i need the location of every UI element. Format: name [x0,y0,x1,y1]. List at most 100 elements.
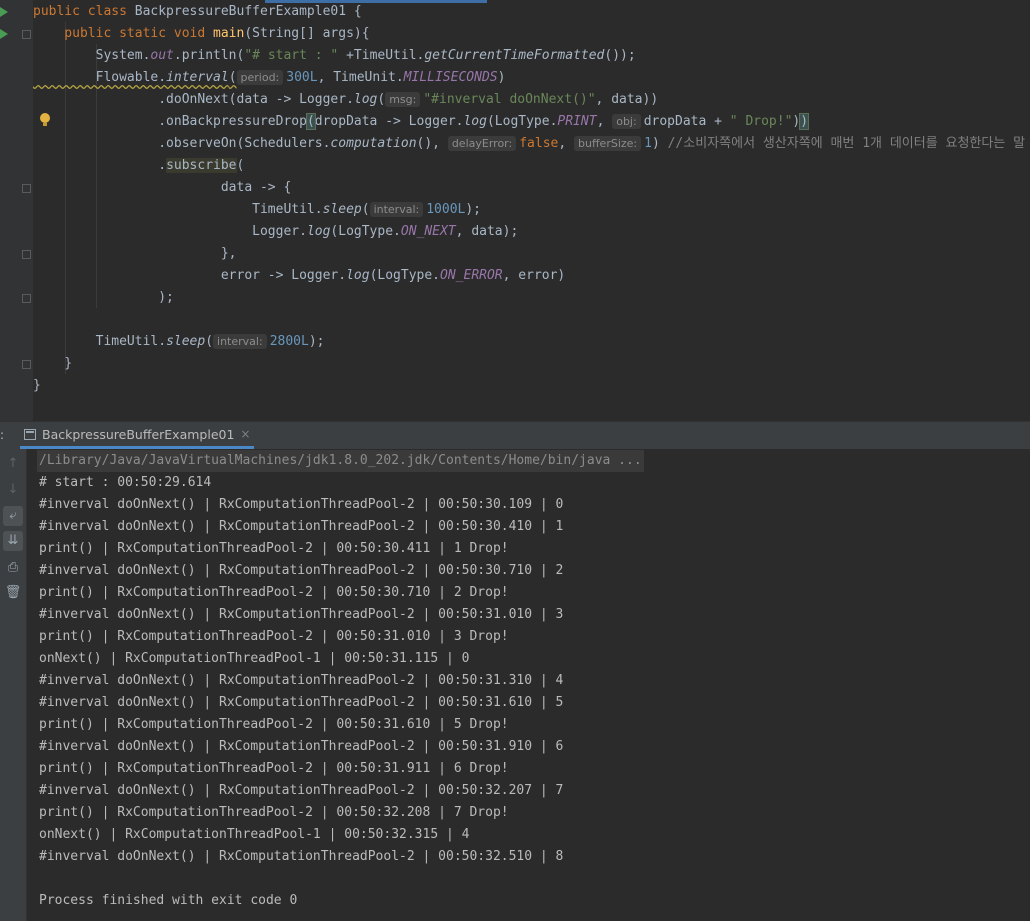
run-panel-options-icon[interactable]: : [0,428,4,442]
code-editor[interactable]: public class BackpressureBufferExample01… [0,0,1030,421]
trash-icon[interactable]: 🗑 [3,583,23,603]
code-token: , error) [502,268,566,283]
console-line: # start : 00:50:29.614 [39,475,212,490]
code-token: ( [361,202,370,217]
console-line: #inverval doOnNext() | RxComputationThre… [39,783,564,798]
code-token: //소비자쪽에서 생산자쪽에 매번 1개 데이터를 요청한다는 말 [667,136,1026,151]
code-token: Logger. [33,224,307,239]
editor-gutter[interactable] [0,0,33,421]
code-token: , TimeUnit. [317,70,404,85]
parameter-hint: interval: [213,334,267,349]
code-token: data -> { [33,180,292,195]
run-class-icon[interactable] [0,7,8,17]
code-token: 1000L [426,202,466,217]
code-token: BackpressureBufferExample01 { [134,4,362,19]
console-tab-icon [24,428,36,440]
soft-wrap-icon[interactable]: ⤶ [3,506,23,526]
code-token: +TimeUtil. [338,48,425,63]
run-main-icon[interactable] [0,29,8,39]
code-token: dropData + [643,114,730,129]
code-token: subscribe [166,158,237,173]
console-line: onNext() | RxComputationThreadPool-1 | 0… [39,827,470,842]
close-tab-icon[interactable]: × [240,421,250,448]
code-line[interactable]: .doOnNext(data -> Logger.log(msg: "#inver… [33,89,658,111]
console-line: #inverval doOnNext() | RxComputationThre… [39,739,564,754]
code-area[interactable]: public class BackpressureBufferExample01… [33,0,1030,421]
console-line: #inverval doOnNext() | RxComputationThre… [39,563,564,578]
code-token: ON_ERROR [440,268,503,283]
code-token: ); [33,290,174,305]
code-token: ) [799,113,810,130]
code-token: ()); [604,48,636,63]
console-command-line[interactable]: /Library/Java/JavaVirtualMachines/jdk1.8… [37,450,644,472]
fold-main-end-icon[interactable] [22,360,31,369]
console-line: print() | RxComputationThreadPool-2 | 00… [39,805,509,820]
code-token: ( [236,158,245,173]
code-token: (String[] args){ [244,26,370,41]
code-token: Flowable. [33,70,167,85]
code-token: ( [205,334,214,349]
code-token: ); [308,334,325,349]
tab-run-configuration[interactable]: BackpressureBufferExample01 × [20,421,255,449]
fold-lambda-start-icon[interactable] [22,184,31,193]
code-token: } [33,378,41,393]
fold-subscribe-end-icon[interactable] [22,294,31,303]
print-icon[interactable]: ⎙ [3,558,23,578]
code-line[interactable]: .onBackpressureDrop(dropData -> Logger.l… [33,111,810,133]
up-arrow-icon[interactable]: ↑ [3,454,23,474]
console-line: #inverval doOnNext() | RxComputationThre… [39,607,564,622]
code-token: getCurrentTimeFormatted [424,48,605,63]
code-token: (LogType. [330,224,401,239]
console-output[interactable]: /Library/Java/JavaVirtualMachines/jdk1.8… [27,449,1030,921]
code-token: public static void [33,26,214,41]
code-line[interactable]: public static void main(String[] args){ [33,23,370,45]
console-line: #inverval doOnNext() | RxComputationThre… [39,519,564,534]
code-token: computation [330,136,417,151]
code-token: sleep [166,334,206,349]
code-line[interactable]: Logger.log(LogType.ON_NEXT, data); [33,221,518,243]
scroll-to-end-icon[interactable]: ⇊ [3,531,23,551]
code-line[interactable]: TimeUtil.sleep(interval: 2800L); [33,331,324,353]
code-token: , data); [455,224,519,239]
code-line[interactable]: } [33,375,41,397]
code-token: dropData -> Logger. [314,114,464,129]
code-token: ( [228,70,237,85]
code-line[interactable]: System.out.println("# start : " +TimeUti… [33,45,636,67]
code-token: sleep [322,202,362,217]
code-token: .println( [173,48,245,63]
code-token: ON_NEXT [400,224,456,239]
code-token: TimeUtil. [33,334,167,349]
code-token: MILLISECONDS [403,70,498,85]
code-token: 2800L [269,334,309,349]
fold-main-icon[interactable] [22,30,31,39]
code-token: TimeUtil. [33,202,323,217]
console-line: onNext() | RxComputationThreadPool-1 | 0… [39,651,470,666]
code-line[interactable]: .observeOn(Schedulers.computation(), del… [33,133,1025,155]
code-token: out [150,48,174,63]
console-line: print() | RxComputationThreadPool-2 | 00… [39,717,509,732]
code-line[interactable]: TimeUtil.sleep(interval: 1000L); [33,199,481,221]
code-line[interactable]: error -> Logger.log(LogType.ON_ERROR, er… [33,265,565,287]
code-line[interactable]: Flowable.interval(period: 300L, TimeUnit.… [33,67,505,89]
code-token: } [33,356,73,371]
code-token: System. [33,48,151,63]
code-token: log [346,268,370,283]
code-token: ( [305,113,316,130]
fold-lambda-end-icon[interactable] [22,250,31,259]
parameter-hint: period: [236,70,284,85]
code-line[interactable]: public class BackpressureBufferExample01… [33,1,362,23]
code-line[interactable]: }, [33,243,237,265]
code-token: " Drop!" [729,114,793,129]
down-arrow-icon[interactable]: ↓ [3,480,23,500]
code-token: public class [33,4,135,19]
code-token: , [558,136,575,151]
code-line[interactable]: data -> { [33,177,291,199]
code-token: ) [497,70,506,85]
console-line: print() | RxComputationThreadPool-2 | 00… [39,585,509,600]
console-line: #inverval doOnNext() | RxComputationThre… [39,849,564,864]
parameter-hint: obj: [612,114,641,129]
code-line[interactable]: .subscribe( [33,155,244,177]
code-line[interactable]: ); [33,287,174,309]
code-line[interactable]: } [33,353,72,375]
tab-label: BackpressureBufferExample01 [42,426,235,442]
